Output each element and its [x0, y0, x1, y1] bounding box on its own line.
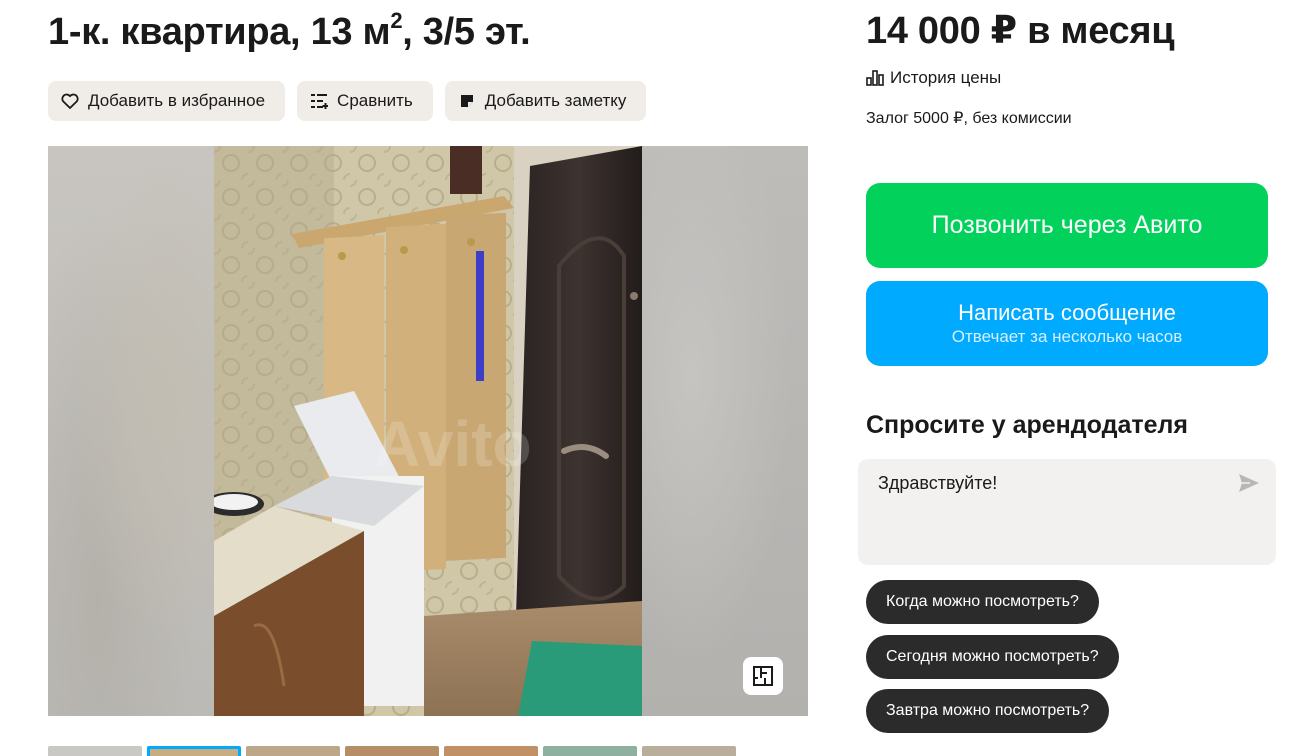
thumbnail[interactable] — [246, 746, 340, 756]
compare-button[interactable]: Сравнить — [297, 81, 433, 121]
photo-gallery[interactable]: Avito — [48, 146, 808, 716]
add-favorite-label: Добавить в избранное — [88, 91, 266, 110]
title-superscript: 2 — [390, 8, 403, 33]
thumbnail[interactable] — [48, 746, 142, 756]
response-time: Отвечает за несколько часов — [951, 326, 1183, 346]
ask-landlord-title: Спросите у арендодателя — [866, 411, 1188, 439]
quick-question-chip[interactable]: Завтра можно посмотреть? — [866, 689, 1110, 733]
gallery-blur-right — [642, 146, 808, 716]
compare-label: Сравнить — [337, 91, 413, 110]
thumbnail[interactable] — [444, 746, 538, 756]
floorplan-icon — [753, 666, 773, 686]
thumbnail[interactable] — [642, 746, 736, 756]
thumbnail[interactable] — [543, 746, 637, 756]
floorplan-button[interactable] — [743, 657, 783, 695]
main-photo[interactable]: Avito — [214, 146, 642, 716]
message-input[interactable]: Здравствуйте! — [858, 459, 1276, 565]
write-message-label: Написать сообщение — [958, 299, 1176, 325]
message-input-value: Здравствуйте! — [878, 473, 998, 493]
thumbnail-strip — [48, 746, 736, 756]
listing-actions: Добавить в избранное Сравнить Добавить з… — [48, 81, 647, 121]
thumbnail[interactable] — [345, 746, 439, 756]
quick-question-chip[interactable]: Сегодня можно посмотреть? — [866, 635, 1119, 679]
deposit-info: Залог 5000 ₽, без комиссии — [866, 110, 1072, 127]
gallery-blur-left — [48, 146, 214, 716]
heart-icon — [60, 91, 80, 111]
note-icon — [457, 91, 477, 111]
hallway-photo: Avito — [214, 146, 642, 716]
price: 14 000 ₽ в месяц — [866, 10, 1175, 52]
add-favorite-button[interactable]: Добавить в избранное — [48, 81, 286, 121]
call-button[interactable]: Позвонить через Авито — [866, 183, 1268, 268]
add-note-label: Добавить заметку — [484, 91, 627, 110]
listing-page: 1-к. квартира, 13 м2, 3/5 эт. Добавить в… — [0, 0, 1299, 756]
write-message-button[interactable]: Написать сообщение Отвечает за несколько… — [866, 281, 1268, 366]
title-rest: , 3/5 эт. — [402, 11, 531, 53]
title-main: 1-к. квартира, 13 м — [48, 11, 391, 53]
thumbnail-active[interactable] — [147, 746, 241, 756]
chart-icon — [866, 70, 884, 86]
compare-icon — [309, 91, 329, 111]
send-icon[interactable] — [1238, 473, 1260, 498]
price-history-link[interactable]: История цены — [866, 68, 1001, 88]
quick-question-chip[interactable]: Когда можно посмотреть? — [866, 580, 1099, 624]
call-button-label: Позвонить через Авито — [931, 211, 1203, 239]
gallery-watermark: Avito — [374, 408, 532, 480]
listing-title: 1-к. квартира, 13 м2, 3/5 эт. — [48, 8, 531, 54]
price-history-label: История цены — [890, 68, 1002, 87]
add-note-button[interactable]: Добавить заметку — [444, 81, 647, 121]
